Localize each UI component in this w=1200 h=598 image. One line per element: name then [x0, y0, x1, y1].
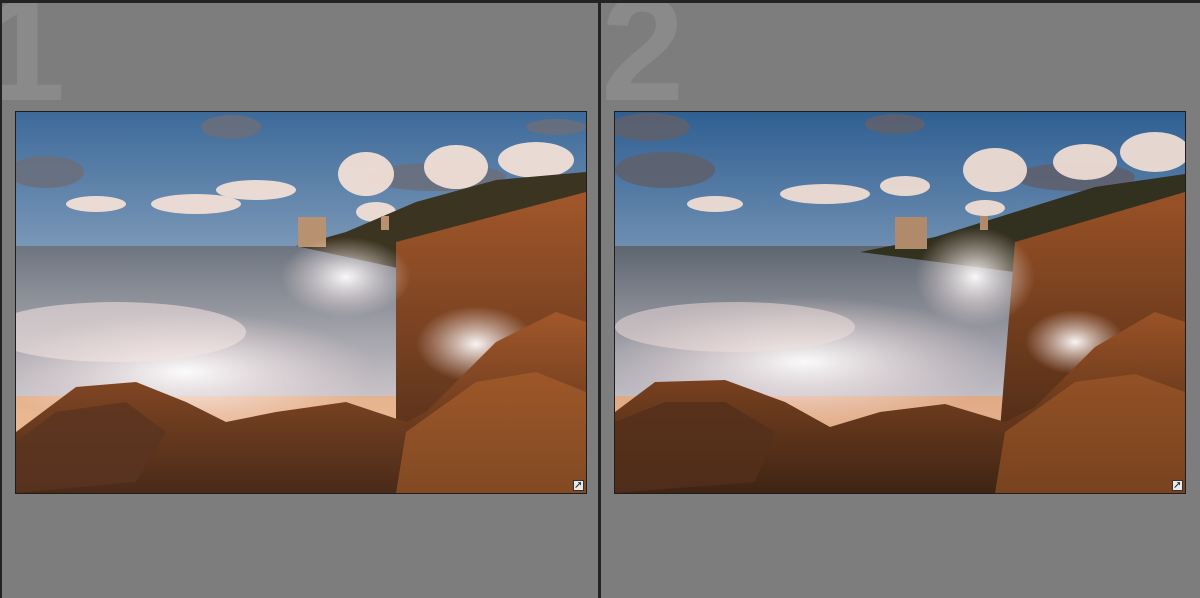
pane-number-label: 1	[2, 3, 66, 132]
compare-pane-left[interactable]: 1	[2, 3, 598, 598]
compare-view: 1 2	[0, 0, 1200, 598]
compare-pane-right[interactable]: 2	[601, 3, 1200, 598]
develop-settings-icon[interactable]	[573, 480, 584, 491]
pane-number-label: 2	[601, 3, 685, 132]
coastal-photo-image	[615, 112, 1185, 493]
develop-settings-icon[interactable]	[1172, 480, 1183, 491]
photo-thumbnail-right[interactable]	[615, 112, 1185, 493]
coastal-photo-image	[16, 112, 586, 493]
photo-thumbnail-left[interactable]	[16, 112, 586, 493]
